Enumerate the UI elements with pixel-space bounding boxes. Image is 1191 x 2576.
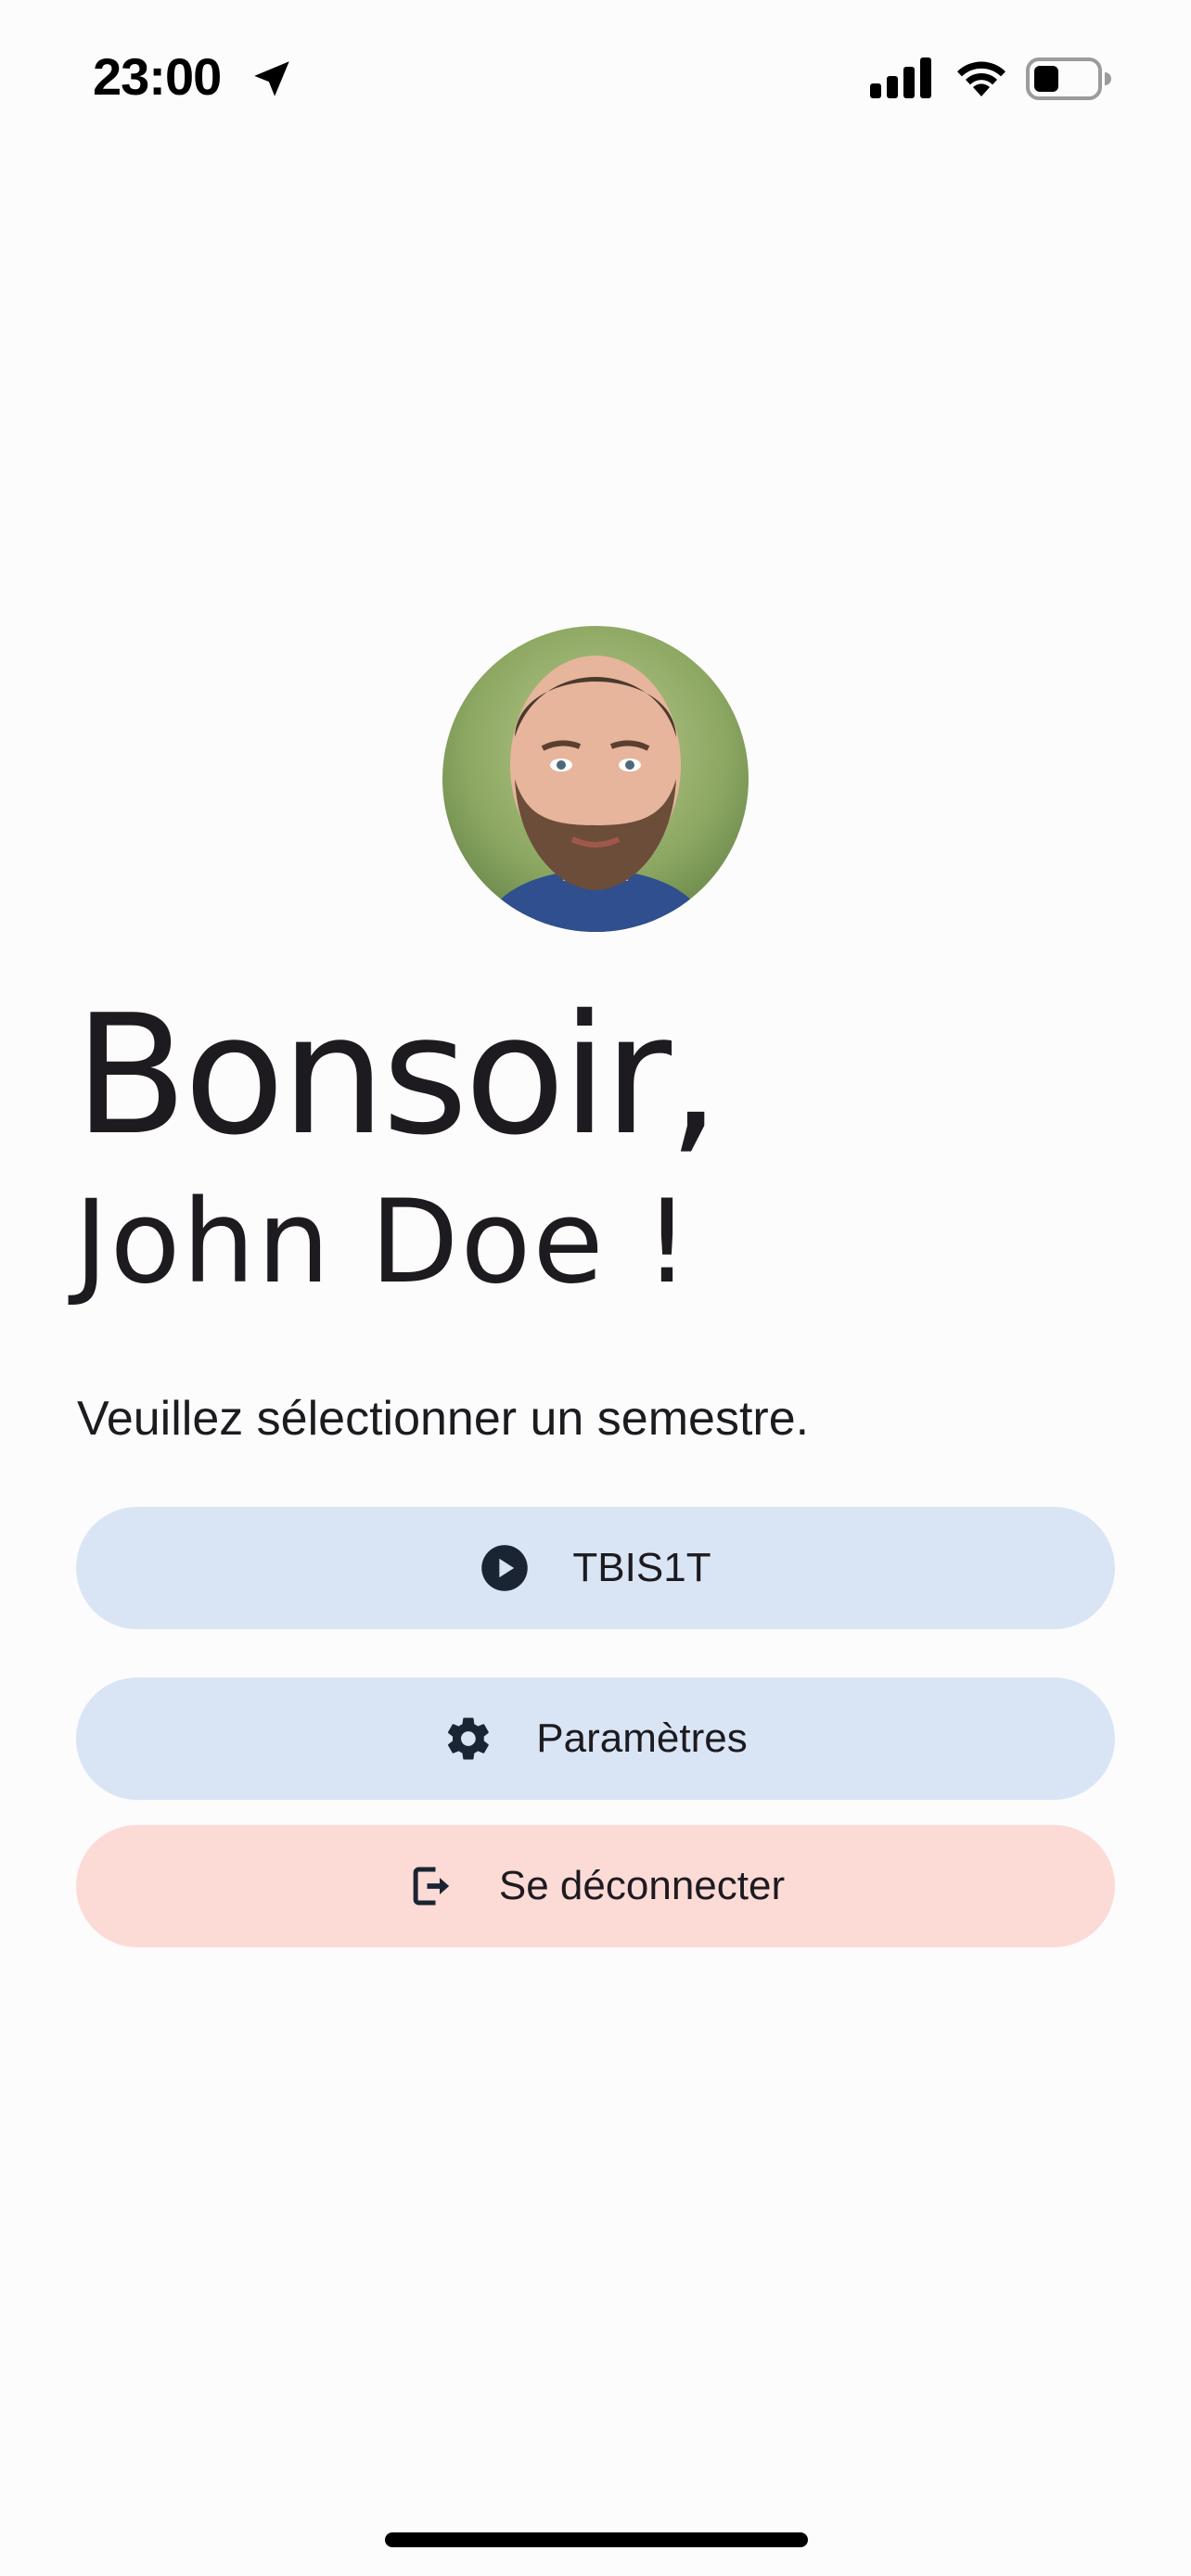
semester-button[interactable]: TBIS1T [76, 1507, 1115, 1629]
semester-button-label: TBIS1T [572, 1545, 711, 1590]
semester-prompt: Veuillez sélectionner un semestre. [77, 1392, 810, 1446]
status-bar: 23:00 [0, 0, 1191, 158]
status-time: 23:00 [93, 47, 222, 106]
logout-button-label: Se déconnecter [498, 1863, 786, 1908]
logout-button[interactable]: Se déconnecter [76, 1825, 1115, 1947]
user-name: John Doe ! [74, 1176, 692, 1309]
battery-icon [1026, 57, 1111, 100]
home-indicator[interactable] [385, 2532, 808, 2547]
gear-icon [443, 1714, 493, 1764]
greeting-title: Bonsoir, [74, 979, 721, 1171]
location-arrow-icon [254, 61, 289, 96]
settings-button[interactable]: Paramètres [76, 1677, 1115, 1800]
user-avatar-photo [442, 626, 749, 932]
play-circle-icon [480, 1543, 530, 1593]
logout-icon [406, 1861, 456, 1911]
wifi-icon [957, 61, 1005, 96]
avatar [442, 626, 749, 932]
settings-button-label: Paramètres [536, 1715, 748, 1761]
cellular-signal-icon [870, 57, 931, 98]
